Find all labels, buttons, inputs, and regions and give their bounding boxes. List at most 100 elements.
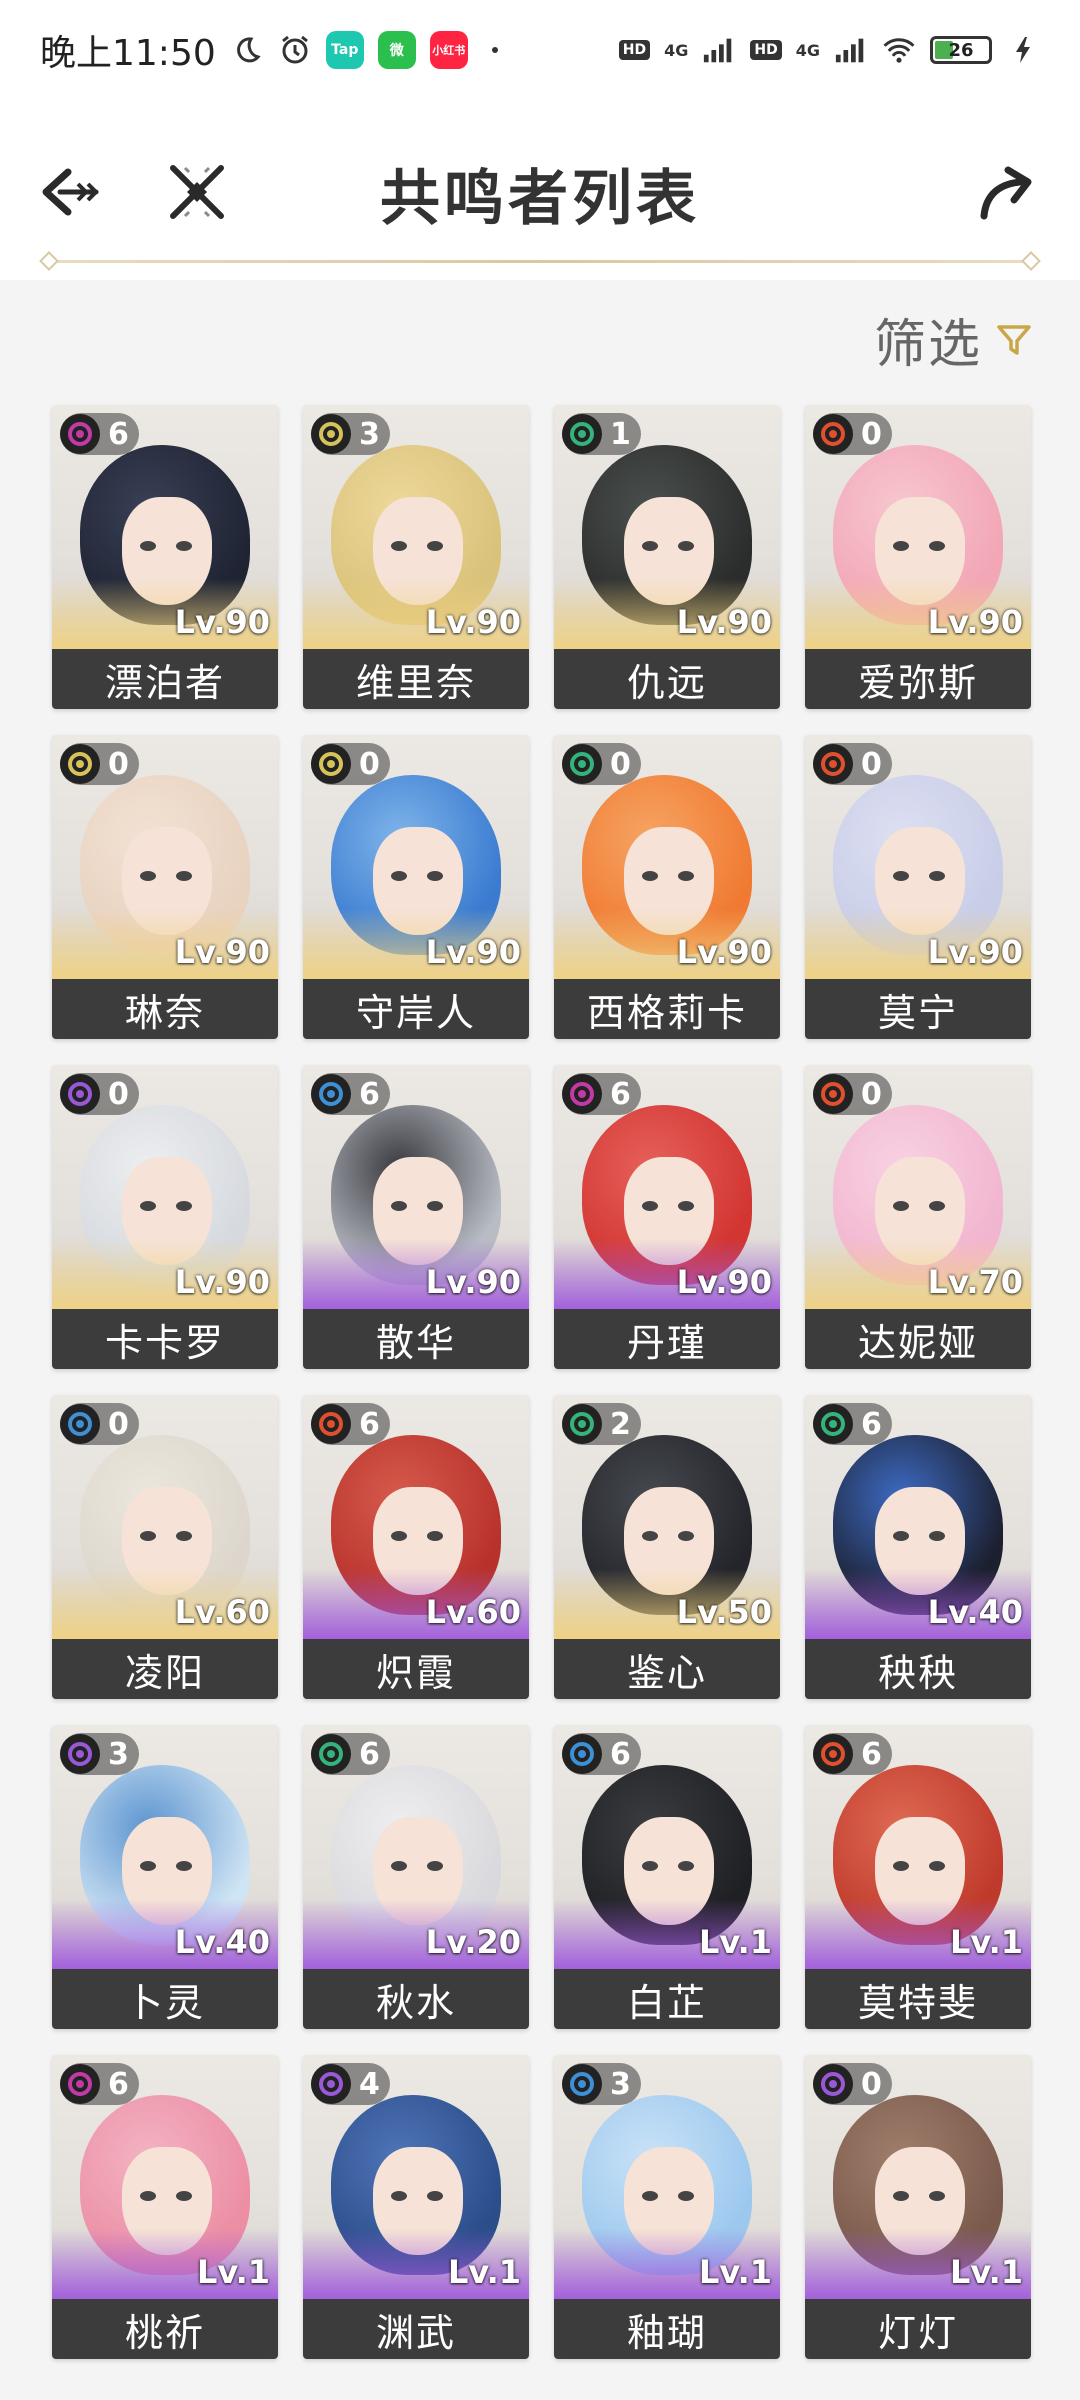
resonance-chain-count: 4 [359, 2066, 380, 2102]
portrait-eye [678, 1201, 694, 1211]
portrait-eye [893, 1861, 909, 1871]
chain-badge: 0 [60, 743, 139, 785]
page-header: 共鸣者列表 [0, 100, 1080, 280]
resonator-card[interactable]: 6 Lv.60 炽霞 [303, 1395, 529, 1699]
resonator-level: Lv.90 [676, 1263, 772, 1301]
resonance-chain-count: 0 [861, 1076, 882, 1112]
aero-element-icon [813, 1404, 853, 1444]
electro-element-icon [60, 1074, 100, 1114]
portrait-eye [427, 541, 443, 551]
resonator-card[interactable]: 4 Lv.1 渊武 [303, 2055, 529, 2359]
status-bar-left: 晚上11:50 Tap 微 小红书 [40, 24, 498, 76]
filter-button[interactable]: 筛选 [874, 302, 1032, 377]
resonator-card[interactable]: 6 Lv.90 散华 [303, 1065, 529, 1369]
hd-badge-1: HD [618, 40, 651, 60]
resonator-level: Lv.1 [698, 1923, 772, 1961]
resonance-chain-count: 0 [861, 416, 882, 452]
resonance-chain-count: 0 [108, 746, 129, 782]
resonator-level: Lv.90 [174, 1263, 270, 1301]
resonator-card[interactable]: 0 Lv.1 灯灯 [805, 2055, 1031, 2359]
resonator-name: 散华 [303, 1309, 529, 1369]
resonator-card[interactable]: 0 Lv.90 守岸人 [303, 735, 529, 1039]
chain-badge: 6 [60, 413, 139, 455]
resonator-card[interactable]: 6 Lv.1 莫特斐 [805, 1725, 1031, 2029]
resonator-grid: 6 Lv.90 漂泊者 3 Lv.90 维里奈 1 Lv.90 仇远 0 Lv.90 爱弥斯 0 Lv.9… [52, 405, 1032, 2359]
portrait-face [875, 1157, 965, 1265]
chain-badge: 4 [311, 2063, 390, 2105]
electro-element-icon [813, 2064, 853, 2104]
portrait-eye [391, 2191, 407, 2201]
chain-badge: 6 [813, 1403, 892, 1445]
portrait-eye [642, 1201, 658, 1211]
resonator-card[interactable]: 0 Lv.60 凌阳 [52, 1395, 278, 1699]
resonator-card[interactable]: 6 Lv.90 漂泊者 [52, 405, 278, 709]
glacio-element-icon [562, 2064, 602, 2104]
resonator-name: 守岸人 [303, 979, 529, 1039]
resonator-card[interactable]: 3 Lv.90 维里奈 [303, 405, 529, 709]
portrait-face [122, 1487, 212, 1595]
resonance-chain-count: 6 [359, 1736, 380, 1772]
resonator-card[interactable]: 0 Lv.90 爱弥斯 [805, 405, 1031, 709]
resonator-level: Lv.90 [174, 603, 270, 641]
portrait-eye [929, 541, 945, 551]
share-button[interactable] [974, 160, 1038, 224]
resonator-card[interactable]: 0 Lv.90 莫宁 [805, 735, 1031, 1039]
portrait-eye [391, 871, 407, 881]
portrait-eye [642, 2191, 658, 2201]
resonator-card[interactable]: 0 Lv.70 达妮娅 [805, 1065, 1031, 1369]
aero-element-icon [562, 744, 602, 784]
portrait-eye [176, 1201, 192, 1211]
resonance-chain-count: 6 [610, 1076, 631, 1112]
resonator-card[interactable]: 0 Lv.90 琳奈 [52, 735, 278, 1039]
portrait-face [373, 1157, 463, 1265]
fusion-element-icon [813, 1734, 853, 1774]
resonator-level: Lv.1 [949, 2253, 1023, 2291]
battery-indicator: 26 [930, 36, 992, 64]
portrait-face [122, 497, 212, 605]
resonator-card[interactable]: 3 Lv.40 卜灵 [52, 1725, 278, 2029]
resonator-level: Lv.90 [425, 603, 521, 641]
resonator-card[interactable]: 6 Lv.1 白芷 [554, 1725, 780, 2029]
resonator-card[interactable]: 6 Lv.1 桃祈 [52, 2055, 278, 2359]
portrait-eye [176, 2191, 192, 2201]
portrait-eye [929, 871, 945, 881]
xiaohongshu-app-icon: 小红书 [429, 31, 468, 69]
network-type-1: 4G [664, 40, 689, 60]
resonator-level: Lv.50 [676, 1593, 772, 1631]
resonator-card[interactable]: 1 Lv.90 仇远 [554, 405, 780, 709]
portrait-eye [176, 1531, 192, 1541]
aero-element-icon [562, 1404, 602, 1444]
resonance-chain-count: 6 [861, 1736, 882, 1772]
aero-purple-element-icon [60, 414, 100, 454]
portrait-eye [140, 1861, 156, 1871]
resonator-card[interactable]: 6 Lv.90 丹瑾 [554, 1065, 780, 1369]
electro-element-icon [60, 1734, 100, 1774]
resonator-level: Lv.90 [425, 1263, 521, 1301]
portrait-eye [427, 871, 443, 881]
status-time: 晚上11:50 [40, 33, 216, 74]
resonance-chain-count: 2 [610, 1406, 631, 1442]
resonance-chain-count: 0 [359, 746, 380, 782]
resonator-card[interactable]: 6 Lv.20 秋水 [303, 1725, 529, 2029]
resonator-name: 爱弥斯 [805, 649, 1031, 709]
resonator-name: 釉瑚 [554, 2299, 780, 2359]
battery-level: 26 [948, 39, 974, 61]
portrait-face [624, 1157, 714, 1265]
resonator-card[interactable]: 0 Lv.90 西格莉卡 [554, 735, 780, 1039]
portrait-eye [391, 1861, 407, 1871]
portrait-eye [893, 541, 909, 551]
chain-badge: 6 [60, 2063, 139, 2105]
portrait-eye [642, 871, 658, 881]
resonator-name: 卜灵 [52, 1969, 278, 2029]
resonance-chain-count: 6 [108, 2066, 129, 2102]
resonator-card[interactable]: 6 Lv.40 秧秧 [805, 1395, 1031, 1699]
resonance-chain-count: 0 [610, 746, 631, 782]
electro-element-icon [311, 2064, 351, 2104]
charging-icon [1006, 33, 1040, 67]
resonator-card[interactable]: 0 Lv.90 卡卡罗 [52, 1065, 278, 1369]
resonator-level: Lv.20 [425, 1923, 521, 1961]
resonator-card[interactable]: 2 Lv.50 鉴心 [554, 1395, 780, 1699]
resonator-level: Lv.70 [927, 1263, 1023, 1301]
resonator-level: Lv.1 [447, 2253, 521, 2291]
resonator-card[interactable]: 3 Lv.1 釉瑚 [554, 2055, 780, 2359]
